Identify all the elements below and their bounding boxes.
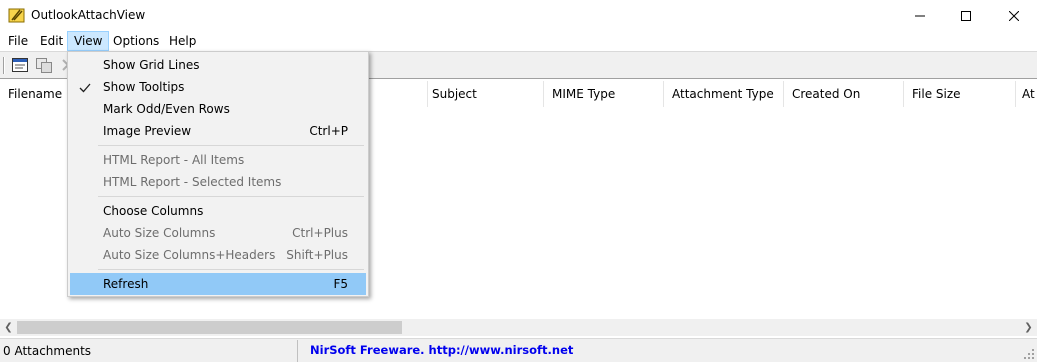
- horizontal-scrollbar[interactable]: ❮ ❯: [0, 319, 1037, 336]
- title-bar[interactable]: OutlookAttachView: [0, 0, 1037, 31]
- scroll-left-icon[interactable]: ❮: [0, 319, 17, 336]
- menu-options[interactable]: Options: [107, 31, 165, 51]
- view-menu-dropdown: Show Grid Lines Show Tooltips Mark Odd/E…: [67, 51, 369, 297]
- scrollbar-thumb[interactable]: [17, 321, 402, 334]
- menu-item-image-preview[interactable]: Image Preview Ctrl+P: [70, 120, 366, 142]
- column-header-created-on[interactable]: Created On: [784, 81, 904, 107]
- menu-bar: File Edit View Options Help: [0, 31, 1037, 51]
- menu-file[interactable]: File: [2, 31, 34, 51]
- menu-help[interactable]: Help: [163, 31, 202, 51]
- menu-item-html-report-selected[interactable]: HTML Report - Selected Items: [70, 171, 366, 193]
- minimize-icon: [915, 15, 925, 16]
- column-header-attachment[interactable]: At: [1014, 81, 1037, 107]
- close-button[interactable]: [991, 0, 1037, 31]
- menu-item-refresh[interactable]: Refresh F5: [70, 273, 366, 295]
- minimize-button[interactable]: [897, 0, 943, 31]
- resize-grip-icon[interactable]: [1023, 348, 1035, 360]
- window-title: OutlookAttachView: [31, 8, 146, 22]
- menu-item-auto-size-columns-headers[interactable]: Auto Size Columns+Headers Shift+Plus: [70, 244, 366, 266]
- menu-edit[interactable]: Edit: [34, 31, 69, 51]
- toolbar-grip: [3, 57, 5, 74]
- menu-separator: [98, 196, 364, 197]
- menu-item-show-tooltips[interactable]: Show Tooltips: [70, 76, 366, 98]
- checkmark-icon: [78, 80, 92, 94]
- status-item-count: 0 Attachments: [0, 340, 298, 362]
- column-header-subject[interactable]: Subject: [424, 81, 544, 107]
- menu-item-choose-columns[interactable]: Choose Columns: [70, 200, 366, 222]
- maximize-button[interactable]: [943, 0, 989, 31]
- menu-item-html-report-all[interactable]: HTML Report - All Items: [70, 149, 366, 171]
- app-icon: [8, 7, 25, 24]
- menu-separator: [98, 269, 364, 270]
- copy-button[interactable]: [33, 55, 55, 75]
- properties-button[interactable]: [9, 55, 31, 75]
- close-icon: [1009, 10, 1019, 21]
- menu-view[interactable]: View: [67, 31, 110, 51]
- nirsoft-link[interactable]: NirSoft Freeware. http://www.nirsoft.net: [300, 340, 1037, 362]
- maximize-icon: [961, 10, 971, 21]
- menu-item-auto-size-columns[interactable]: Auto Size Columns Ctrl+Plus: [70, 222, 366, 244]
- menu-separator: [98, 145, 364, 146]
- menu-item-show-grid-lines[interactable]: Show Grid Lines: [70, 54, 366, 76]
- column-header-attachment-type[interactable]: Attachment Type: [664, 81, 784, 107]
- status-bar: 0 Attachments NirSoft Freeware. http://w…: [0, 338, 1037, 362]
- column-header-file-size[interactable]: File Size: [904, 81, 1016, 107]
- properties-icon: [12, 58, 28, 72]
- copy-icon: [36, 57, 52, 73]
- scroll-right-icon[interactable]: ❯: [1020, 319, 1037, 336]
- menu-item-mark-odd-even-rows[interactable]: Mark Odd/Even Rows: [70, 98, 366, 120]
- column-header-mime-type[interactable]: MIME Type: [544, 81, 664, 107]
